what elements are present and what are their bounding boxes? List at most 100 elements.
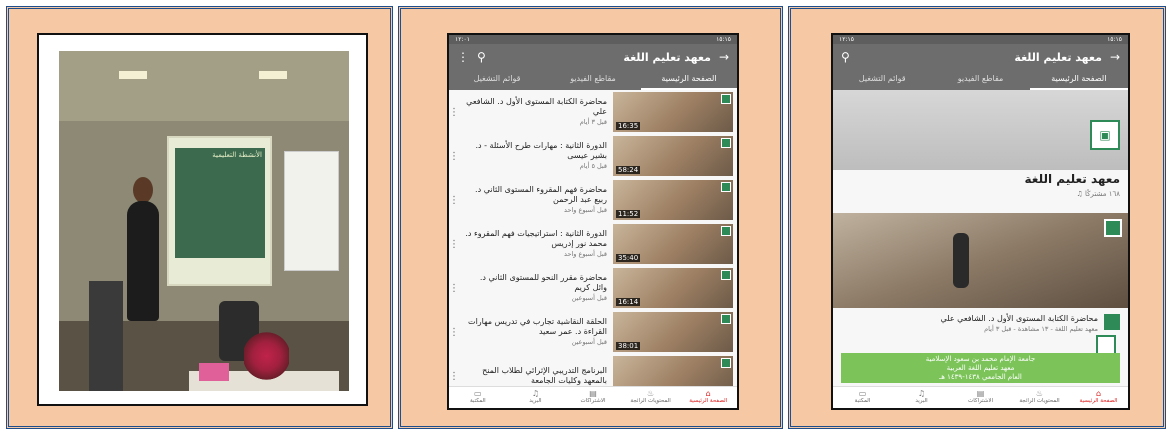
ceiling-light: [259, 71, 287, 79]
university-banner[interactable]: جامعة الإمام محمد بن سعود الإسلامية معهد…: [841, 353, 1120, 383]
bell-icon[interactable]: ♫: [1077, 190, 1083, 198]
status-time-left: ١٢:٠١: [455, 36, 470, 43]
status-time-left: ١٢:١٥: [839, 36, 854, 43]
trending-icon: ♨: [647, 389, 655, 398]
video-title: الدورة الثانية : مهارات طرح الأسئلة - د.…: [475, 141, 607, 160]
nav-trending[interactable]: ♨ المحتويات الرائجة: [622, 387, 680, 408]
tab-videos[interactable]: مقاطع الفيديو: [545, 70, 641, 90]
nav-subscriptions[interactable]: ▤ الاشتراكات: [564, 387, 622, 408]
slide-title: الأنشطة التعليمية: [212, 151, 262, 159]
channel-logo-icon: ▣: [1090, 120, 1120, 150]
more-icon[interactable]: ⋮: [449, 327, 459, 338]
video-list: 16:35 محاضرة الكتابة المستوى الأول د. ال…: [449, 90, 737, 386]
more-icon[interactable]: ⋮: [449, 283, 459, 294]
slide: الأنشطة التعليمية: [175, 148, 265, 258]
app-header: → معهد تعليم اللغة ⚲ ⋮: [449, 44, 737, 70]
featured-video-info[interactable]: محاضرة الكتابة المستوى الأول د. الشافعي …: [833, 310, 1128, 350]
bell-icon: ♫: [531, 389, 539, 398]
video-thumbnail[interactable]: 11:52: [613, 180, 733, 220]
nav-inbox[interactable]: ♫ البريد: [892, 387, 951, 408]
video-title: البرنامج التدريبي الإثرائي لطلاب المنح ب…: [482, 366, 607, 385]
back-arrow-icon[interactable]: →: [719, 50, 729, 64]
tab-playlists[interactable]: قوائم التشغيل: [833, 70, 931, 90]
video-title: محاضرة مقرر النحو للمستوى الثاني د. وائل…: [479, 273, 607, 292]
home-icon: ⌂: [1095, 389, 1102, 398]
video-duration: 35:40: [616, 254, 641, 262]
channel-avatar: [1104, 314, 1120, 330]
photo-panel: الأنشطة التعليمية: [6, 6, 393, 429]
search-icon[interactable]: ⚲: [477, 50, 486, 64]
flipchart: [284, 151, 339, 271]
more-vert-icon[interactable]: ⋮: [457, 50, 469, 64]
status-time-right: ١٥:١٥: [716, 36, 731, 43]
video-item[interactable]: 58:24 الدورة الثانية : مهارات طرح الأسئل…: [449, 134, 737, 178]
projector-screen: الأنشطة التعليمية: [167, 136, 272, 286]
lecturer: [127, 201, 159, 321]
video-meta: قبل ٣ أيام: [579, 118, 607, 126]
channel-tabs: الصفحة الرئيسية مقاطع الفيديو قوائم التش…: [833, 70, 1128, 90]
nav-label: الصفحة الرئيسية: [1079, 398, 1118, 404]
video-duration: 16:14: [616, 298, 641, 306]
nav-label: الصفحة الرئيسية: [689, 398, 728, 404]
logo-icon: [721, 226, 731, 236]
lecturer-head: [133, 177, 153, 203]
video-duration: 38:01: [616, 342, 641, 350]
tab-playlists[interactable]: قوائم التشغيل: [449, 70, 545, 90]
channel-title: معهد تعليم اللغة: [1014, 50, 1102, 64]
more-icon[interactable]: ⋮: [449, 151, 459, 162]
video-title: الحلقة النقاشية تجارب في تدريس مهارات ال…: [468, 317, 607, 336]
nav-library[interactable]: ▭ المكتبة: [833, 387, 892, 408]
nav-home[interactable]: ⌂ الصفحة الرئيسية: [1069, 387, 1128, 408]
phone-screen: ١٢:١٥ ١٥:١٥ → معهد تعليم اللغة ⚲ الصفحة …: [833, 35, 1128, 408]
video-meta: معهد تعليم اللغة - ١٣ مشاهدة - قبل ٣ أيا…: [984, 325, 1098, 333]
video-item[interactable]: 35:40 الدورة الثانية : استراتيجيات فهم ا…: [449, 222, 737, 266]
video-item[interactable]: 16:14 محاضرة مقرر النحو للمستوى الثاني د…: [449, 266, 737, 310]
video-thumbnail[interactable]: 35:40: [613, 224, 733, 264]
nav-trending[interactable]: ♨ المحتويات الرائجة: [1010, 387, 1069, 408]
tab-videos[interactable]: مقاطع الفيديو: [931, 70, 1029, 90]
video-thumbnail[interactable]: 16:35: [613, 92, 733, 132]
more-icon[interactable]: ⋮: [449, 239, 459, 250]
trending-icon: ♨: [1035, 389, 1044, 398]
back-arrow-icon[interactable]: →: [1110, 50, 1120, 64]
logo-icon: [721, 94, 731, 104]
video-thumbnail[interactable]: 38:01: [613, 312, 733, 352]
tab-home[interactable]: الصفحة الرئيسية: [641, 70, 737, 90]
video-item[interactable]: البرنامج التدريبي الإثرائي لطلاب المنح ب…: [449, 354, 737, 386]
search-icon[interactable]: ⚲: [841, 50, 850, 64]
nav-subscriptions[interactable]: ▤ الاشتراكات: [951, 387, 1010, 408]
videos-panel: ١٢:٠١ ١٥:١٥ → معهد تعليم اللغة ⚲ ⋮ الصفح…: [398, 6, 783, 429]
more-icon[interactable]: ⋮: [449, 107, 459, 118]
video-thumbnail[interactable]: [613, 356, 733, 386]
more-icon[interactable]: ⋮: [449, 195, 459, 206]
folder-icon: ▭: [858, 389, 867, 398]
nav-label: الاشتراكات: [580, 398, 606, 404]
lecturer-figure: [953, 233, 969, 288]
home-icon: ⌂: [705, 389, 711, 398]
status-bar: ١٢:١٥ ١٥:١٥: [833, 35, 1128, 44]
video-thumbnail[interactable]: 58:24: [613, 136, 733, 176]
nav-label: المحتويات الرائجة: [630, 398, 671, 404]
nav-label: المكتبة: [469, 398, 486, 404]
tab-home[interactable]: الصفحة الرئيسية: [1029, 70, 1128, 90]
subscriptions-icon: ▤: [589, 389, 597, 398]
ceiling-light: [119, 71, 147, 79]
featured-video[interactable]: [833, 213, 1128, 308]
video-item[interactable]: 38:01 الحلقة النقاشية تجارب في تدريس مها…: [449, 310, 737, 354]
video-item[interactable]: 11:52 محاضرة فهم المقروء المستوى الثاني …: [449, 178, 737, 222]
photo-frame: الأنشطة التعليمية: [37, 33, 368, 406]
more-icon[interactable]: ⋮: [449, 371, 459, 382]
logo-icon: [1104, 219, 1122, 237]
logo-icon: [721, 358, 731, 368]
subscriptions-icon: ▤: [976, 389, 985, 398]
video-title: محاضرة الكتابة المستوى الأول د. الشافعي …: [940, 314, 1098, 323]
video-item[interactable]: 16:35 محاضرة الكتابة المستوى الأول د. ال…: [449, 90, 737, 134]
nav-inbox[interactable]: ♫ البريد: [507, 387, 565, 408]
pink-card: [199, 363, 229, 381]
nav-library[interactable]: ▭ المكتبة: [449, 387, 507, 408]
video-meta: قبل أسبوع واحد: [564, 250, 607, 258]
subscriber-count: ١٦٨ مشتركًا: [1085, 190, 1120, 198]
video-thumbnail[interactable]: 16:14: [613, 268, 733, 308]
nav-home[interactable]: ⌂ الصفحة الرئيسية: [679, 387, 737, 408]
video-title: محاضرة فهم المقروء المستوى الثاني د. ربي…: [475, 185, 607, 204]
